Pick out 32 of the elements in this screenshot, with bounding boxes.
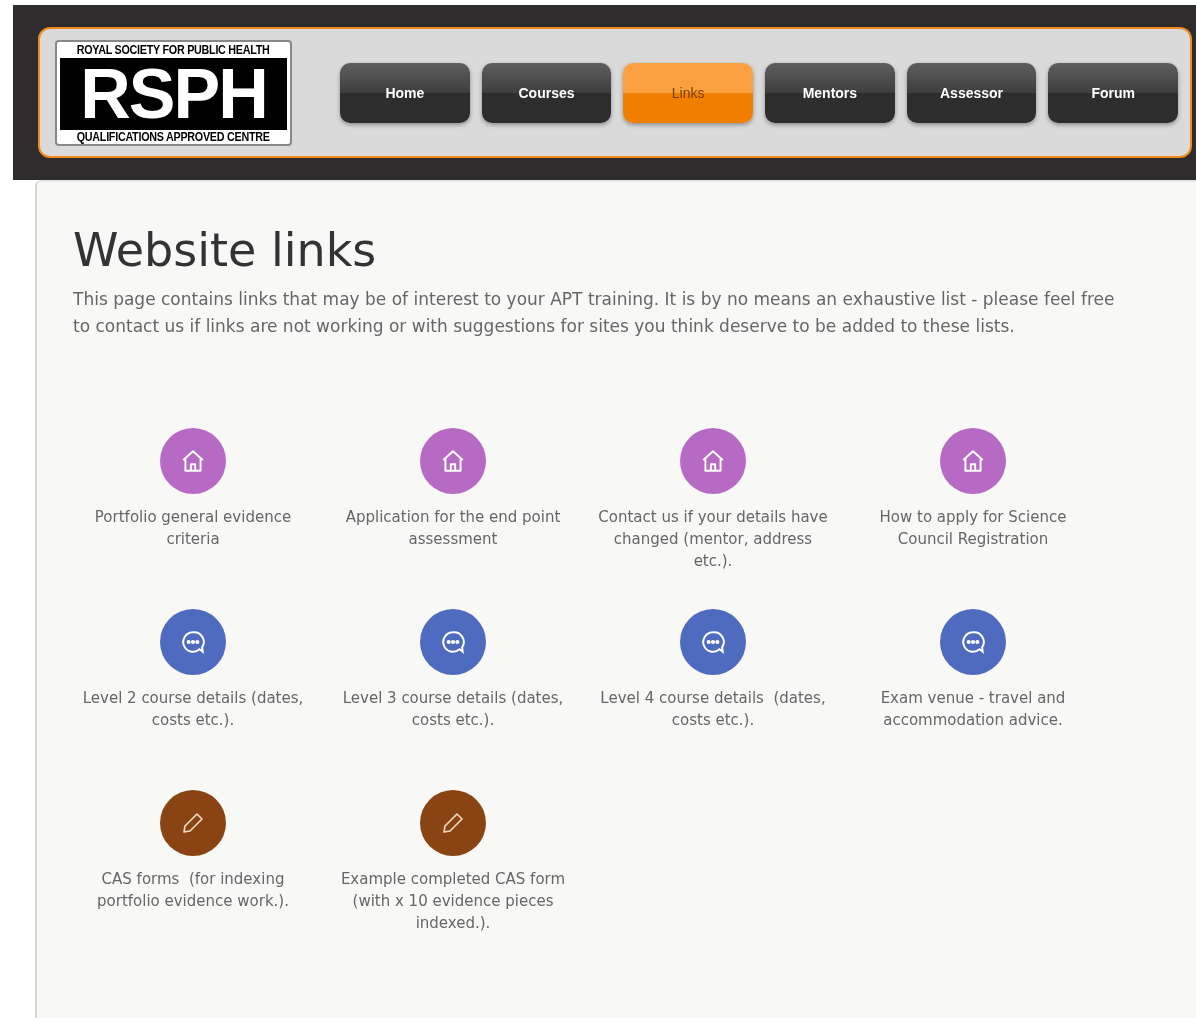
nav-button[interactable]: Links [623,62,753,123]
nav-button[interactable]: Assessor [906,62,1037,123]
logo[interactable]: ROYAL SOCIETY FOR PUBLIC HEALTH RSPH QUALIFICATIONS APPROVED CENTRE [55,39,292,146]
logo-text: RSPH [60,57,287,130]
nav-button[interactable]: Forum [1048,62,1179,123]
home-icon [700,448,726,474]
pencil-icon [181,811,205,835]
link-label[interactable]: Example completed CAS form (with x 10 evidence pieces indexed.). [333,868,573,934]
link-label[interactable]: Level 2 course details (dates, costs etc.). [73,687,313,731]
chat-icon [700,629,726,655]
chat-icon [960,629,986,655]
link-label[interactable]: Application for the end point assessment [333,506,573,550]
chat-icon [440,629,466,655]
home-icon [440,448,466,474]
home-icon [180,448,206,474]
logo-text: ROYAL SOCIETY FOR PUBLIC HEALTH [77,42,270,58]
page-heading: Website links [73,222,378,278]
link-label[interactable]: CAS forms (for indexing portfolio evidence work.). [73,868,313,912]
home-icon [960,448,986,474]
link-label[interactable]: Level 4 course details (dates, costs etc.). [593,687,833,731]
link-label[interactable]: Level 3 course details (dates, costs etc.). [333,687,573,731]
chat-icon [180,629,206,655]
intro-paragraph: This page contains links that may be of interest to your APT training. It is by no means an exhaustive list - please feel free to contact us if links are not working or with suggestions for sites you think deserve to be added to these lists. [73,288,1116,338]
nav-button[interactable]: Home [340,62,470,123]
link-label[interactable]: Exam venue - travel and accommodation advice. [853,687,1093,731]
link-label[interactable]: Portfolio general evidence criteria [73,506,313,550]
nav-button[interactable]: Mentors [765,62,895,123]
nav-button[interactable]: Courses [481,62,612,123]
logo-text: QUALIFICATIONS APPROVED CENTRE [77,129,270,145]
pencil-icon [441,811,465,835]
link-label[interactable]: How to apply for Science Council Registration [853,506,1093,550]
link-label[interactable]: Contact us if your details have changed (mentor, address etc.). [593,506,833,572]
